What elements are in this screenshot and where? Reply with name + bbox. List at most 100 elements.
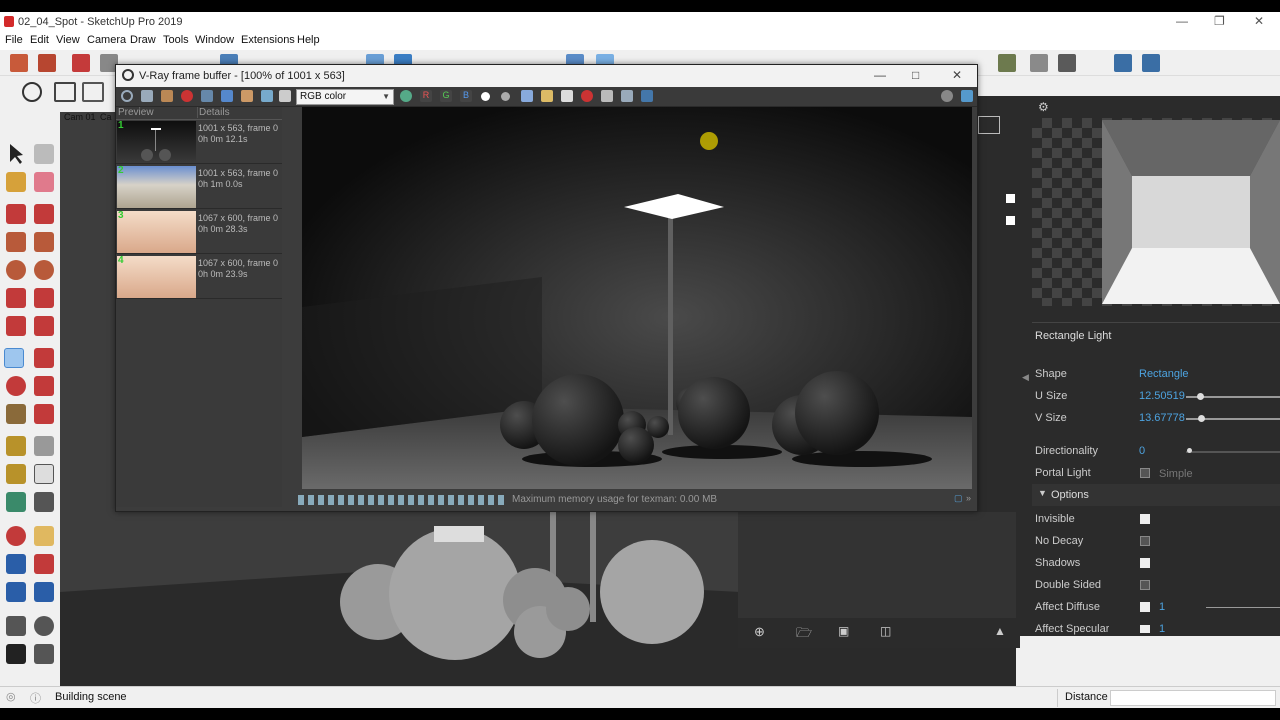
- menu-camera[interactable]: Camera: [87, 34, 126, 46]
- walk-icon[interactable]: [6, 644, 26, 664]
- line-icon[interactable]: [6, 204, 26, 224]
- shape-value[interactable]: Rectangle: [1139, 368, 1189, 380]
- vfb-layers-icon[interactable]: [261, 90, 273, 102]
- vfb-maximize-icon[interactable]: □: [912, 68, 919, 82]
- add-asset-icon[interactable]: ⊕: [754, 624, 765, 640]
- look-around-icon[interactable]: [34, 616, 54, 636]
- freehand-icon[interactable]: [34, 204, 54, 224]
- directionality-value[interactable]: 0: [1139, 445, 1145, 457]
- pie-icon[interactable]: [34, 316, 54, 336]
- vfb-status-window-icon[interactable]: ▢: [954, 493, 963, 504]
- affect-specular-value[interactable]: 1: [1159, 623, 1165, 635]
- vfb-minimize-icon[interactable]: —: [874, 68, 886, 82]
- 3pt-arc-icon[interactable]: [6, 316, 26, 336]
- maximize-icon[interactable]: ❐: [1214, 14, 1225, 28]
- vfb-power-icon[interactable]: [121, 90, 133, 102]
- no-decay-checkbox[interactable]: [1140, 536, 1150, 546]
- select-icon[interactable]: [10, 144, 23, 164]
- minimize-icon[interactable]: —: [1176, 14, 1188, 28]
- menu-file[interactable]: File: [5, 34, 23, 46]
- rotate-icon[interactable]: [6, 376, 26, 396]
- zoom-window-icon[interactable]: [34, 554, 54, 574]
- 3d-text-icon[interactable]: [34, 492, 54, 512]
- alpha-white-icon[interactable]: [481, 92, 490, 101]
- affect-diffuse-slider[interactable]: [1206, 607, 1280, 608]
- directionality-slider[interactable]: [1186, 451, 1280, 453]
- u-size-value[interactable]: 12.50519: [1139, 390, 1185, 402]
- v-size-knob[interactable]: [1198, 415, 1205, 422]
- options-header[interactable]: ▼ Options: [1032, 484, 1280, 506]
- shadows-checkbox[interactable]: [1140, 558, 1150, 568]
- orbit-icon[interactable]: [6, 526, 26, 546]
- vfb-clear-image-icon[interactable]: [581, 90, 593, 102]
- vfb-histogram-icon[interactable]: [641, 90, 653, 102]
- zoom-extents-icon[interactable]: [6, 582, 26, 602]
- light-swatch-2[interactable]: [1006, 216, 1015, 225]
- vfb-save-icon[interactable]: [141, 90, 153, 102]
- pan-icon[interactable]: [34, 526, 54, 546]
- purge-icon[interactable]: ▲: [994, 624, 1006, 638]
- vfb-title-bar[interactable]: V-Ray frame buffer - [100% of 1001 x 563…: [116, 65, 977, 87]
- light-swatch-1[interactable]: [1006, 194, 1015, 203]
- text-tool-icon[interactable]: [34, 464, 54, 484]
- vfb-save-image-icon[interactable]: [521, 90, 533, 102]
- affect-diffuse-checkbox[interactable]: [1140, 602, 1150, 612]
- vfb-status-expand-icon[interactable]: »: [966, 493, 971, 503]
- vfb-menu-icon[interactable]: [279, 90, 291, 102]
- position-camera-icon[interactable]: [6, 616, 26, 636]
- group-icon[interactable]: [1030, 54, 1048, 72]
- render-output-icon[interactable]: [978, 116, 1000, 134]
- open-folder-icon[interactable]: 🗁: [796, 624, 812, 646]
- component-tool-icon[interactable]: [34, 144, 54, 164]
- rectangle-icon[interactable]: [6, 232, 26, 252]
- vfb-close-icon[interactable]: ✕: [952, 68, 962, 82]
- vfb-filter-icon[interactable]: [400, 90, 412, 102]
- offset-icon[interactable]: [34, 404, 54, 424]
- affect-specular-checkbox[interactable]: [1140, 625, 1150, 633]
- history-item[interactable]: 2 1001 x 563, frame 0 0h 1m 0.0s: [116, 165, 282, 209]
- affect-diffuse-value[interactable]: 1: [1159, 601, 1165, 613]
- circle-icon[interactable]: [6, 260, 26, 280]
- menu-tools[interactable]: Tools: [163, 34, 189, 46]
- vfb-settings-icon[interactable]: [941, 90, 953, 102]
- render-image[interactable]: [302, 107, 972, 489]
- blue-channel-button[interactable]: B: [460, 90, 472, 102]
- double-sided-checkbox[interactable]: [1140, 580, 1150, 590]
- dimension-icon[interactable]: [34, 436, 54, 456]
- history-item[interactable]: 1 1001 x 563, frame 0 0h 0m 12.1s: [116, 120, 282, 164]
- rotated-rect-icon[interactable]: [34, 232, 54, 252]
- tape-measure-icon[interactable]: [6, 436, 26, 456]
- blue-solid2-icon[interactable]: [1142, 54, 1160, 72]
- arc-icon[interactable]: [6, 288, 26, 308]
- move-icon[interactable]: [4, 348, 24, 368]
- mono-icon[interactable]: [501, 92, 510, 101]
- green-channel-button[interactable]: G: [440, 90, 452, 102]
- geo-location-icon[interactable]: ◎: [6, 690, 16, 703]
- vray-render-icon[interactable]: [10, 54, 28, 72]
- vray-logo-icon[interactable]: [22, 82, 42, 102]
- u-size-knob[interactable]: [1197, 393, 1204, 400]
- preview-settings-icon[interactable]: ⚙: [1038, 100, 1049, 114]
- help-icon[interactable]: ⓘ: [30, 690, 41, 706]
- close-icon[interactable]: ✕: [1254, 14, 1264, 28]
- history-item[interactable]: 3 1067 x 600, frame 0 0h 0m 28.3s: [116, 210, 282, 254]
- component-icon[interactable]: [998, 54, 1016, 72]
- vfb-load-icon[interactable]: [541, 90, 553, 102]
- vfb-track-mouse-icon[interactable]: [601, 90, 613, 102]
- vray-asset-editor-icon[interactable]: [72, 54, 90, 72]
- vfb-text-icon[interactable]: [221, 90, 233, 102]
- follow-me-icon[interactable]: [34, 376, 54, 396]
- channel-select[interactable]: RGB color ▼: [296, 89, 394, 105]
- scene-tab-2[interactable]: Ca: [100, 112, 112, 122]
- collapse-chevron-icon[interactable]: ◀: [1022, 372, 1029, 383]
- menu-edit[interactable]: Edit: [30, 34, 49, 46]
- save-icon[interactable]: ▣: [838, 624, 849, 638]
- menu-help[interactable]: Help: [297, 34, 320, 46]
- menu-window[interactable]: Window: [195, 34, 234, 46]
- vfb-teapot-icon[interactable]: [961, 90, 973, 102]
- solid-tool-icon[interactable]: [1058, 54, 1076, 72]
- polygon-icon[interactable]: [34, 260, 54, 280]
- vfb-region-icon[interactable]: [201, 90, 213, 102]
- red-channel-button[interactable]: R: [420, 90, 432, 102]
- delete-icon[interactable]: ◫: [880, 624, 891, 638]
